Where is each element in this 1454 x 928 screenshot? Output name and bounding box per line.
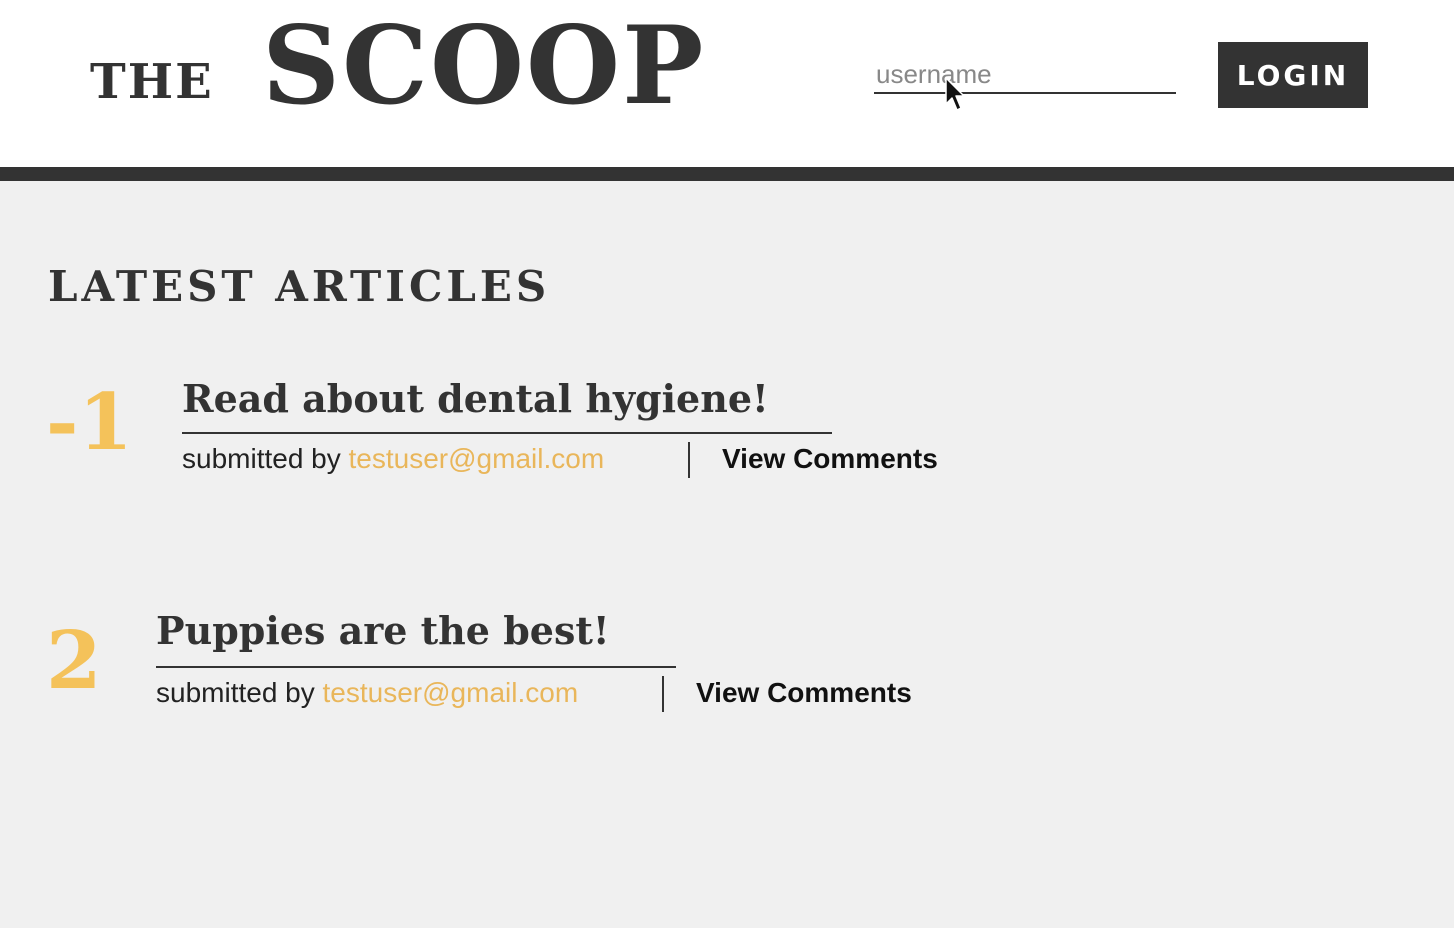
author-link[interactable]: testuser@gmail.com (349, 443, 605, 474)
article-score: -1 (46, 377, 133, 468)
article-meta: submitted by testuser@gmail.com (156, 679, 578, 707)
author-link[interactable]: testuser@gmail.com (323, 677, 579, 708)
submitted-by-label: submitted by (182, 443, 341, 474)
article-title-underline (156, 666, 676, 668)
view-comments-link[interactable]: View Comments (696, 679, 912, 707)
logo-the-text: THE (90, 54, 214, 110)
site-header: THE SCOOP LOGIN (0, 0, 1454, 167)
view-comments-link[interactable]: View Comments (722, 445, 938, 473)
login-button[interactable]: LOGIN (1218, 42, 1368, 108)
mouse-pointer-icon (945, 77, 965, 111)
meta-divider (688, 442, 690, 478)
section-title: LATEST ARTICLES (48, 262, 551, 311)
logo-scoop-text: SCOOP (262, 3, 706, 129)
meta-divider (662, 676, 664, 712)
article-title-underline (182, 432, 832, 434)
submitted-by-label: submitted by (156, 677, 315, 708)
username-input[interactable] (874, 56, 1176, 94)
article-title-link[interactable]: Puppies are the best! (156, 612, 610, 650)
article-title-link[interactable]: Read about dental hygiene! (182, 380, 769, 418)
article-meta: submitted by testuser@gmail.com (182, 445, 604, 473)
header-divider (0, 167, 1454, 181)
article-score: 2 (46, 613, 102, 707)
